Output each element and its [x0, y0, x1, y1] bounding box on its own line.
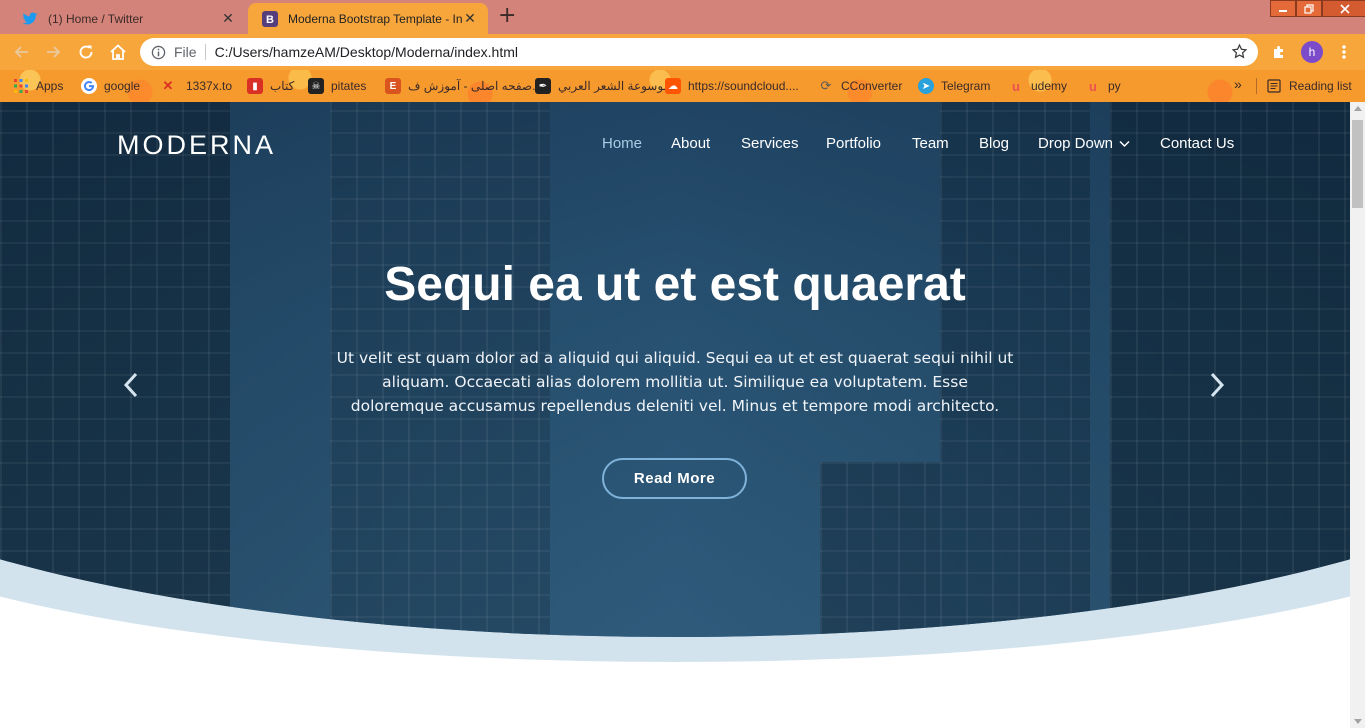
close-icon[interactable]: ✕	[220, 10, 236, 27]
page-scrollbar[interactable]	[1350, 102, 1365, 728]
bookmark-arabic-poetry[interactable]: ✒ موسوعة الشعر العربي	[535, 77, 670, 95]
reload-icon[interactable]	[76, 42, 96, 62]
tab-twitter[interactable]: (1) Home / Twitter ✕	[8, 3, 246, 34]
e-icon: E	[385, 78, 401, 94]
nav-dropdown[interactable]: Drop Down	[1038, 135, 1130, 152]
tab-title: (1) Home / Twitter	[48, 11, 144, 26]
apps-grid-icon	[13, 78, 29, 94]
quill-icon: ✒	[535, 78, 551, 94]
star-icon[interactable]	[1231, 43, 1248, 63]
udemy-icon: u	[1089, 78, 1097, 94]
nav-services[interactable]: Services	[741, 135, 799, 152]
bookmark-label: py	[1108, 79, 1121, 93]
google-icon	[81, 78, 97, 94]
scroll-up-icon[interactable]	[1354, 106, 1362, 111]
svg-text:B: B	[266, 14, 274, 26]
new-tab-button[interactable]: +	[498, 5, 516, 27]
tab-title: Moderna Bootstrap Template - In	[288, 11, 462, 26]
restore-button[interactable]	[1296, 0, 1322, 17]
nav-contact[interactable]: Contact Us	[1160, 135, 1234, 152]
telegram-icon: ➤	[918, 78, 934, 94]
nav-about[interactable]: About	[671, 135, 710, 152]
info-icon[interactable]	[150, 44, 166, 60]
bookmark-label: google	[104, 79, 141, 93]
profile-avatar[interactable]: h	[1301, 41, 1323, 63]
tab-moderna[interactable]: B Moderna Bootstrap Template - In ✕	[248, 3, 488, 34]
forward-icon[interactable]	[43, 42, 63, 62]
address-bar[interactable]: File C:/Users/hamzeAM/Desktop/Moderna/in…	[140, 38, 1258, 66]
page-viewport: MODERNA Home About Services Portfolio Te…	[0, 102, 1350, 728]
bookmark-label: کتاب	[270, 79, 295, 93]
building	[1110, 102, 1350, 637]
scroll-thumb[interactable]	[1352, 120, 1363, 208]
hero-section: MODERNA Home About Services Portfolio Te…	[0, 102, 1350, 637]
nav-portfolio[interactable]: Portfolio	[826, 135, 881, 152]
minimize-button[interactable]	[1270, 0, 1296, 17]
building	[0, 102, 230, 637]
nav-home[interactable]: Home	[602, 135, 642, 152]
scheme-label: File	[174, 44, 206, 60]
bookmark-label: موسوعة الشعر العربي	[558, 79, 670, 93]
bookmark-label: 1337x.to	[186, 79, 233, 93]
nav-team[interactable]: Team	[912, 135, 949, 152]
home-icon[interactable]	[108, 42, 128, 62]
browser-toolbar: File C:/Users/hamzeAM/Desktop/Moderna/in…	[0, 34, 1365, 70]
url-text[interactable]: C:/Users/hamzeAM/Desktop/Moderna/index.h…	[215, 44, 518, 60]
back-icon[interactable]	[12, 42, 32, 62]
nav-blog[interactable]: Blog	[979, 135, 1009, 152]
bookmark-telegram[interactable]: ➤ Telegram	[918, 77, 990, 95]
bookmark-cconverter[interactable]: ⟳ CConverter	[818, 77, 903, 95]
carousel-next-icon[interactable]	[1205, 370, 1229, 400]
site-logo[interactable]: MODERNA	[117, 130, 276, 161]
bookmark-farsi[interactable]: E صفحه اصلی - آموزش ف...	[385, 77, 542, 95]
reading-list-button[interactable]: Reading list	[1266, 77, 1352, 95]
x-logo-icon: ✕	[162, 78, 174, 93]
pirate-icon: ☠	[308, 78, 324, 94]
hero-text: Ut velit est quam dolor ad a aliquid qui…	[336, 349, 1014, 415]
bookmark-google[interactable]: google	[81, 77, 140, 95]
carousel-prev-icon[interactable]	[119, 370, 143, 400]
tab-strip: (1) Home / Twitter ✕ B Moderna Bootstrap…	[0, 0, 1365, 34]
menu-icon[interactable]	[1334, 42, 1354, 62]
cconverter-icon: ⟳	[820, 78, 832, 93]
extensions-icon[interactable]	[1269, 42, 1289, 62]
bookmark-apps[interactable]: Apps	[13, 77, 63, 95]
hero-title: Sequi ea ut et est quaerat	[384, 258, 966, 311]
bookmark-py[interactable]: u py	[1085, 77, 1121, 95]
bookmark-label: pitates	[331, 79, 367, 93]
soundcloud-icon: ☁	[665, 78, 681, 94]
bootstrap-icon: B	[262, 10, 278, 27]
bookmark-label: صفحه اصلی - آموزش ف...	[408, 79, 542, 93]
bookmark-pitates[interactable]: ☠ pitates	[308, 77, 366, 95]
reading-list-icon	[1266, 78, 1282, 94]
bookmark-1337x[interactable]: ✕ 1337x.to	[160, 77, 233, 95]
bookmark-udemy[interactable]: u udemy	[1008, 77, 1067, 95]
udemy-icon: u	[1012, 78, 1020, 94]
nav-dropdown-label: Drop Down	[1038, 135, 1114, 152]
bookmark-label: CConverter	[841, 79, 903, 93]
bookmark-soundcloud[interactable]: ☁ https://soundcloud....	[665, 77, 799, 95]
twitter-icon	[22, 11, 38, 27]
building	[820, 462, 940, 637]
bookmark-book[interactable]: ▮ کتاب	[247, 77, 294, 95]
bookmarks-more-button[interactable]: »	[1234, 76, 1242, 92]
bookmark-label: https://soundcloud....	[688, 79, 799, 93]
bookmarks-bar: Apps google ✕ 1337x.to ▮ کتاب ☠ pitates …	[0, 70, 1365, 102]
read-more-button[interactable]: Read More	[602, 458, 747, 499]
bookmark-label: Telegram	[941, 79, 991, 93]
divider	[1256, 78, 1257, 94]
bookmark-label: Apps	[36, 79, 64, 93]
reading-list-label: Reading list	[1289, 79, 1352, 93]
book-icon: ▮	[247, 78, 263, 94]
close-icon[interactable]: ✕	[462, 10, 478, 27]
chevron-down-icon	[1119, 135, 1130, 152]
bookmark-label: udemy	[1031, 79, 1068, 93]
window-controls	[1270, 0, 1365, 17]
scroll-down-icon[interactable]	[1354, 719, 1362, 724]
close-window-button[interactable]	[1322, 0, 1365, 17]
